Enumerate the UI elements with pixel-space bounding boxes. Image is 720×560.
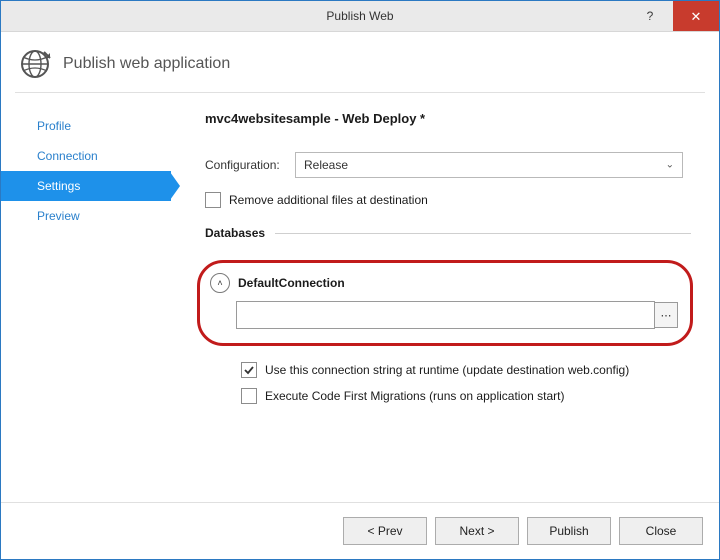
configuration-label: Configuration:	[205, 158, 295, 172]
use-runtime-row: Use this connection string at runtime (u…	[241, 362, 691, 378]
configuration-row: Configuration: Release ⌄	[205, 152, 691, 178]
header: Publish web application	[1, 32, 719, 92]
footer: < Prev Next > Publish Close	[1, 502, 719, 559]
remove-files-row: Remove additional files at destination	[205, 192, 691, 208]
globe-arrow-icon	[19, 48, 51, 80]
execute-cf-row: Execute Code First Migrations (runs on a…	[241, 388, 691, 404]
sidebar: Profile Connection Settings Preview	[1, 93, 171, 502]
use-runtime-checkbox[interactable]	[241, 362, 257, 378]
section-divider	[275, 233, 691, 234]
app-title: Publish web application	[63, 55, 230, 73]
db-header: ˄ DefaultConnection	[210, 273, 678, 293]
prev-button[interactable]: < Prev	[343, 517, 427, 545]
connection-string-input[interactable]	[236, 301, 655, 329]
execute-cf-label: Execute Code First Migrations (runs on a…	[265, 389, 564, 403]
page-title: mvc4websitesample - Web Deploy *	[205, 111, 691, 126]
execute-cf-checkbox[interactable]	[241, 388, 257, 404]
publish-web-window: Publish Web ? ✕ Publish web application …	[0, 0, 720, 560]
databases-title: Databases	[205, 226, 265, 240]
collapse-toggle[interactable]: ˄	[210, 273, 230, 293]
db-options: Use this connection string at runtime (u…	[241, 362, 691, 404]
db-name: DefaultConnection	[238, 276, 345, 290]
main-panel: mvc4websitesample - Web Deploy * Configu…	[171, 93, 719, 502]
sidebar-item-profile[interactable]: Profile	[1, 111, 171, 141]
next-button[interactable]: Next >	[435, 517, 519, 545]
connection-string-row: ⋯	[236, 301, 678, 329]
ellipsis-icon: ⋯	[661, 309, 672, 322]
databases-section-header: Databases	[205, 226, 691, 240]
chevron-up-icon: ˄	[217, 278, 222, 288]
remove-files-checkbox[interactable]	[205, 192, 221, 208]
body: Profile Connection Settings Preview mvc4…	[1, 93, 719, 502]
window-title: Publish Web	[1, 9, 719, 23]
default-connection-callout: ˄ DefaultConnection ⋯	[197, 260, 693, 346]
sidebar-item-connection[interactable]: Connection	[1, 141, 171, 171]
remove-files-label: Remove additional files at destination	[229, 193, 428, 207]
sidebar-item-preview[interactable]: Preview	[1, 201, 171, 231]
configuration-select[interactable]: Release ⌄	[295, 152, 683, 178]
chevron-down-icon: ⌄	[666, 160, 674, 171]
use-runtime-label: Use this connection string at runtime (u…	[265, 363, 629, 377]
configuration-value: Release	[304, 158, 348, 172]
browse-connection-button[interactable]: ⋯	[655, 302, 678, 328]
titlebar: Publish Web ? ✕	[1, 1, 719, 32]
close-button[interactable]: Close	[619, 517, 703, 545]
publish-button[interactable]: Publish	[527, 517, 611, 545]
sidebar-item-settings[interactable]: Settings	[1, 171, 171, 201]
